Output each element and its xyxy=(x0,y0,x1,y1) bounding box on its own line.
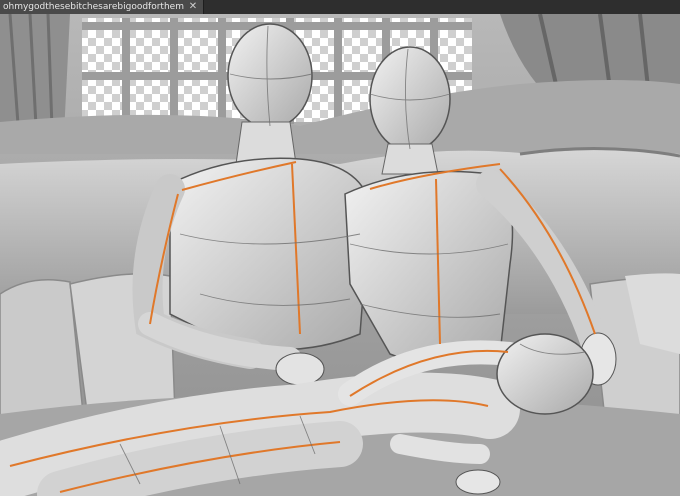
application-window: ohmygodthesebitchesarebigoodforthem ✕ xyxy=(0,0,680,496)
document-tab-title: ohmygodthesebitchesarebigoodforthem xyxy=(3,2,184,12)
document-tab-bar: ohmygodthesebitchesarebigoodforthem ✕ xyxy=(0,0,680,15)
close-icon[interactable]: ✕ xyxy=(188,1,198,13)
scene-render xyxy=(0,14,680,496)
canvas-viewport[interactable] xyxy=(0,14,680,496)
document-tab[interactable]: ohmygodthesebitchesarebigoodforthem ✕ xyxy=(0,0,204,14)
